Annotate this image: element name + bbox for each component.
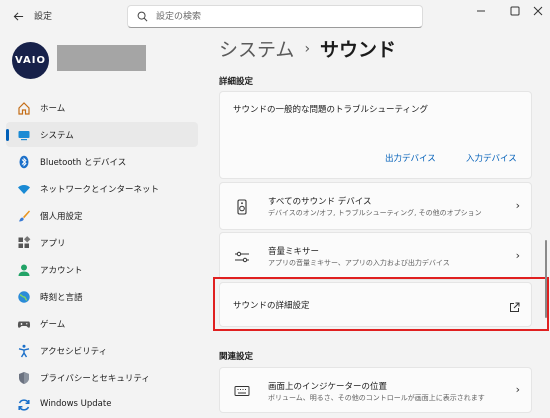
username-redacted: [57, 45, 146, 71]
sidebar-item-label: Windows Update: [40, 399, 112, 409]
sidebar-item-accessibility[interactable]: アクセシビリティ: [6, 338, 198, 363]
all-sound-devices-desc: デバイスのオン/オフ, トラブルシューティング, その他のオプション: [268, 209, 482, 217]
mixer-icon: [233, 248, 251, 266]
update-icon: [16, 397, 31, 412]
gamepad-icon: [16, 316, 31, 331]
back-arrow-icon: [13, 11, 23, 21]
volume-mixer-card[interactable]: 音量ミキサー アプリの音量ミキサー、アプリの入力および出力デバイス ›: [219, 232, 532, 280]
sidebar-item-apps[interactable]: アプリ: [6, 230, 198, 255]
home-icon: [16, 100, 31, 115]
sidebar-item-label: ホーム: [40, 104, 66, 114]
troubleshoot-title: サウンドの一般的な問題のトラブルシューティング: [233, 105, 428, 115]
speaker-device-icon: [233, 198, 251, 216]
globe-icon: [16, 289, 31, 304]
sidebar-item-label: 時刻と言語: [40, 293, 83, 303]
section-header-advanced: 詳細設定: [219, 77, 254, 87]
close-icon: [533, 6, 543, 16]
keyboard-icon: [233, 382, 251, 400]
system-icon: [16, 127, 31, 142]
account-icon: [16, 262, 31, 277]
sidebar-item-label: ネットワークとインターネット: [40, 185, 160, 195]
sidebar-item-label: システム: [40, 131, 74, 141]
window-title: 設定: [34, 12, 53, 22]
sidebar-item-home[interactable]: ホーム: [6, 95, 198, 120]
active-indicator: [6, 129, 9, 141]
search-icon: [137, 11, 148, 22]
all-sound-devices-title: すべてのサウンド デバイス: [268, 197, 372, 207]
sidebar-item-label: Bluetooth とデバイス: [40, 158, 127, 168]
volume-mixer-title: 音量ミキサー: [268, 247, 320, 257]
indicator-position-desc: ボリューム、明るさ、その他のコントロールが画面上に表示されます: [268, 394, 485, 402]
indicator-position-card[interactable]: 画面上のインジケーターの位置 ボリューム、明るさ、その他のコントロールが画面上に…: [219, 367, 532, 413]
all-sound-devices-card[interactable]: すべてのサウンド デバイス デバイスのオン/オフ, トラブルシューティング, そ…: [219, 182, 532, 230]
sidebar-item-label: アクセシビリティ: [40, 347, 108, 357]
volume-mixer-desc: アプリの音量ミキサー、アプリの入力および出力デバイス: [268, 259, 450, 267]
back-button[interactable]: [8, 6, 28, 26]
sidebar-item-label: 個人用設定: [40, 212, 83, 222]
brush-icon: [16, 208, 31, 223]
sidebar-item-personalization[interactable]: 個人用設定: [6, 203, 198, 228]
avatar[interactable]: VAIO: [12, 42, 49, 79]
indicator-position-title: 画面上のインジケーターの位置: [268, 382, 388, 392]
page-title: サウンド: [320, 39, 397, 61]
sidebar-item-label: プライバシーとセキュリティ: [40, 374, 150, 384]
sidebar-item-gaming[interactable]: ゲーム: [6, 311, 198, 336]
troubleshoot-card: サウンドの一般的な問題のトラブルシューティング 出力デバイス 入力デバイス: [219, 91, 532, 179]
output-device-button[interactable]: 出力デバイス: [385, 152, 436, 164]
scrollbar[interactable]: [545, 240, 547, 318]
shield-icon: [16, 370, 31, 385]
breadcrumb-separator: ›: [304, 40, 311, 57]
accessibility-icon: [16, 343, 31, 358]
close-button[interactable]: [526, 0, 550, 22]
sidebar-item-system[interactable]: システム: [6, 122, 198, 147]
sidebar-item-bluetooth[interactable]: Bluetooth とデバイス: [6, 149, 198, 174]
title-bar: 設定: [0, 0, 550, 32]
sidebar-item-label: アカウント: [40, 266, 83, 276]
maximize-icon: [510, 6, 520, 16]
input-device-button[interactable]: 入力デバイス: [466, 152, 517, 164]
apps-icon: [16, 235, 31, 250]
chevron-right-icon: ›: [515, 383, 520, 396]
chevron-right-icon: ›: [515, 249, 520, 262]
sidebar-item-time-language[interactable]: 時刻と言語: [6, 284, 198, 309]
sidebar-item-windows-update[interactable]: Windows Update: [6, 392, 198, 417]
minimize-icon: [477, 10, 485, 12]
sidebar-item-network[interactable]: ネットワークとインターネット: [6, 176, 198, 201]
highlight-box: [213, 277, 549, 331]
section-header-related: 関連設定: [219, 352, 254, 362]
breadcrumb-parent[interactable]: システム: [219, 35, 294, 62]
sidebar-item-accounts[interactable]: アカウント: [6, 257, 198, 282]
sidebar-item-label: アプリ: [40, 239, 66, 249]
chevron-right-icon: ›: [515, 199, 520, 212]
wifi-icon: [16, 181, 31, 196]
breadcrumb: システム › サウンド: [219, 35, 396, 62]
sidebar-item-label: ゲーム: [40, 320, 66, 330]
search-input[interactable]: [156, 9, 406, 25]
sidebar-item-privacy-security[interactable]: プライバシーとセキュリティ: [6, 365, 198, 390]
avatar-logo: VAIO: [14, 55, 47, 66]
bluetooth-icon: [16, 154, 31, 169]
search-box[interactable]: [127, 5, 423, 28]
